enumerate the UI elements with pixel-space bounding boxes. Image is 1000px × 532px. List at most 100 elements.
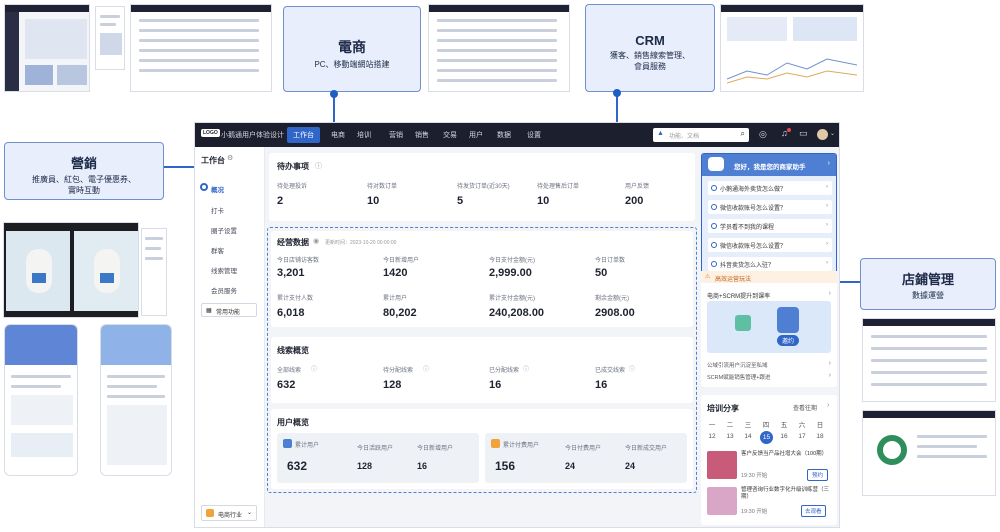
sidebar-item-circle-settings[interactable]: 圈子设置 bbox=[211, 225, 237, 235]
metric-value: 6,018 bbox=[277, 307, 305, 319]
thumbnail-image bbox=[25, 65, 53, 85]
sidebar-title: 工作台 bbox=[201, 156, 225, 165]
industry-select[interactable]: 电商行业 ⌄ bbox=[201, 505, 257, 521]
callout-subtitle: 實時互動 bbox=[68, 186, 100, 195]
nav-tab-trade[interactable]: 交易 bbox=[443, 130, 457, 140]
calendar-date[interactable]: 16 bbox=[778, 433, 790, 440]
calendar-date[interactable]: 17 bbox=[796, 433, 808, 440]
sidebar-item-group-customers[interactable]: 群客 bbox=[211, 245, 224, 255]
calendar-date[interactable]: 12 bbox=[706, 433, 718, 440]
todo-label: 待发货订单(近30天) bbox=[457, 184, 510, 190]
metric-label: 剩余金额(元) bbox=[595, 296, 629, 302]
tips-link[interactable]: SCRM赋能销售管理+跟进 bbox=[707, 373, 770, 381]
metric-label: 累计支付金额(元) bbox=[489, 296, 535, 302]
assistant-question[interactable]: 学员看不到我的课程 › bbox=[708, 219, 832, 233]
assistant-question[interactable]: 微信收款账号怎么设置？ › bbox=[708, 200, 832, 214]
globe-icon[interactable]: ◎ bbox=[759, 129, 767, 140]
watch-button[interactable]: 去观看 bbox=[801, 505, 826, 517]
todo-value[interactable]: 5 bbox=[457, 195, 463, 207]
metric-label: 今日订单数 bbox=[595, 258, 626, 264]
warning-icon: ⚠ bbox=[705, 274, 711, 280]
todo-value[interactable]: 10 bbox=[537, 195, 549, 207]
reserve-button[interactable]: 预约 bbox=[807, 469, 829, 481]
thumbnail-line bbox=[437, 39, 557, 42]
stat-label: 今日付费用户 bbox=[565, 446, 602, 452]
overview-icon bbox=[200, 183, 208, 191]
chevron-right-icon[interactable]: › bbox=[829, 372, 831, 379]
calendar-date[interactable]: 13 bbox=[724, 433, 736, 440]
thumbnail-line bbox=[437, 69, 557, 72]
chevron-right-icon[interactable]: › bbox=[828, 160, 830, 167]
banner-image[interactable]: 邀约 bbox=[707, 301, 831, 353]
thumbnail-panel bbox=[107, 405, 167, 465]
stat-value: 16 bbox=[417, 461, 428, 471]
tips-link[interactable]: 公域引流用户沉淀至私域 bbox=[707, 361, 768, 369]
settings-icon[interactable]: ⚙ bbox=[227, 154, 233, 162]
sidebar-item-member-service[interactable]: 会员服务 bbox=[211, 285, 237, 295]
nav-tab-data[interactable]: 数据 bbox=[497, 130, 511, 140]
grid-icon: ▦ bbox=[206, 308, 212, 314]
question-text: 微信收款账号怎么设置？ bbox=[720, 244, 787, 250]
banner-title[interactable]: 电商+SCRM提升到课率 bbox=[707, 291, 770, 300]
user-icon bbox=[283, 439, 292, 448]
view-past-link[interactable]: 查看往期 bbox=[793, 403, 817, 412]
chevron-right-icon[interactable]: › bbox=[827, 402, 829, 409]
thumbnail-line bbox=[139, 69, 259, 72]
chevron-right-icon[interactable]: › bbox=[829, 290, 831, 297]
training-title: 培训分享 bbox=[707, 404, 739, 413]
assistant-question[interactable]: 小鹅通海外卖货怎么做？ › bbox=[708, 181, 832, 195]
calendar-date-selected[interactable]: 15 bbox=[760, 431, 773, 444]
todo-label: 待对数订单 bbox=[367, 184, 398, 190]
chevron-right-icon[interactable]: › bbox=[829, 360, 831, 367]
session-title[interactable]: 客户反馈当产品社增大会（100期） bbox=[741, 451, 831, 458]
search-input[interactable]: ▲ 功能、文档 ⌕ bbox=[653, 128, 749, 142]
app-logo: LOGO bbox=[201, 129, 220, 137]
thumbnail-line bbox=[871, 335, 987, 338]
lead-value[interactable]: 128 bbox=[383, 379, 401, 391]
lead-value[interactable]: 16 bbox=[595, 379, 607, 391]
stat-label: 累计付费用户 bbox=[503, 443, 540, 449]
screenshot-thumbnail bbox=[862, 318, 996, 402]
assistant-question[interactable]: 抖音卖货怎么入驻？ › bbox=[708, 257, 832, 271]
session-cover-image[interactable] bbox=[707, 487, 737, 515]
common-functions-button[interactable]: ▦ 常用功能 bbox=[201, 303, 257, 317]
todo-value[interactable]: 10 bbox=[367, 195, 379, 207]
thumbnail-topbar bbox=[721, 5, 863, 12]
calendar-date[interactable]: 18 bbox=[814, 433, 826, 440]
nav-tab-users[interactable]: 用户 bbox=[469, 130, 483, 140]
metric-value: 80,202 bbox=[383, 307, 417, 319]
stat-value: 156 bbox=[495, 459, 516, 473]
session-cover-image[interactable] bbox=[707, 451, 737, 479]
session-title[interactable]: 管理咨询行业数字化升级训练营（三期） bbox=[741, 487, 831, 501]
sidebar-item-lead-management[interactable]: 线索管理 bbox=[211, 265, 237, 275]
nav-tab-marketing[interactable]: 营销 bbox=[389, 130, 403, 140]
nav-tab-sales[interactable]: 销售 bbox=[415, 130, 429, 140]
callout-title: 店鋪管理 bbox=[901, 272, 954, 287]
stat-label: 今日活跃用户 bbox=[357, 446, 394, 452]
nav-tab-workbench[interactable]: 工作台 bbox=[287, 127, 320, 143]
training-share-card: 培训分享 查看往期 › 一 二 三 四 五 六 日 12 13 14 15 16… bbox=[701, 395, 837, 525]
question-icon bbox=[711, 223, 717, 229]
window-icon[interactable]: ▭ bbox=[799, 128, 808, 139]
invite-button[interactable]: 邀约 bbox=[777, 335, 800, 346]
screenshot-thumbnail bbox=[428, 4, 570, 92]
todo-value[interactable]: 2 bbox=[277, 195, 283, 207]
avatar[interactable] bbox=[817, 129, 828, 140]
assistant-question[interactable]: 微信收款账号怎么设置？ › bbox=[708, 238, 832, 252]
lead-value[interactable]: 16 bbox=[489, 379, 501, 391]
sidebar-item-checkin[interactable]: 打卡 bbox=[211, 205, 224, 215]
nav-tab-ecommerce[interactable]: 电商 bbox=[331, 130, 345, 140]
calendar-date[interactable]: 14 bbox=[742, 433, 754, 440]
tips-header: ⚠ 高效运营玩法 bbox=[701, 271, 837, 283]
lead-value[interactable]: 632 bbox=[277, 379, 295, 391]
thumbnail-line bbox=[107, 395, 165, 398]
chevron-down-icon[interactable]: ⌄ bbox=[830, 130, 835, 137]
nav-tab-training[interactable]: 培训 bbox=[357, 130, 371, 140]
thumbnail-line bbox=[437, 79, 557, 82]
sidebar-item-overview[interactable]: 概况 bbox=[211, 184, 224, 194]
todo-value[interactable]: 200 bbox=[625, 195, 643, 207]
eye-icon[interactable]: ◉ bbox=[313, 237, 319, 245]
search-icon[interactable]: ⌕ bbox=[741, 129, 745, 139]
nav-tab-settings[interactable]: 设置 bbox=[527, 130, 541, 140]
thumbnail-line bbox=[917, 445, 977, 448]
